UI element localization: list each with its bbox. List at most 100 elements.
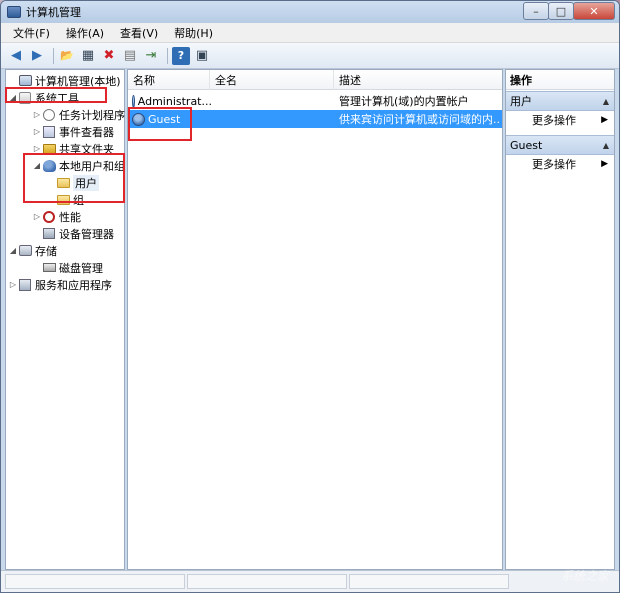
user-account-icon — [132, 94, 135, 108]
tree-label: 存储 — [35, 244, 57, 258]
status-panel — [349, 574, 509, 589]
tree-item-event-viewer[interactable]: ▷ 事件查看器 — [32, 123, 114, 140]
collapsed-triangle-icon[interactable]: ▷ — [32, 110, 42, 119]
tree-label: 服务和应用程序 — [35, 278, 112, 292]
tree-item-disk-management[interactable]: 磁盘管理 — [32, 259, 103, 276]
column-header-name[interactable]: 名称 — [128, 70, 210, 90]
submenu-arrow-icon: ▶ — [601, 115, 608, 125]
more-actions-link[interactable]: 更多操作 ▶ — [506, 155, 614, 173]
actions-section-users[interactable]: 用户 ▲ — [506, 91, 614, 111]
tree-label: 性能 — [59, 210, 81, 224]
tree-item-users[interactable]: 用户 — [56, 174, 99, 191]
window-title: 计算机管理 — [26, 6, 81, 19]
tree-label: 系统工具 — [35, 91, 79, 105]
computer-management-window: 计算机管理 – □ ✕ 文件(F) 操作(A) 查看(V) 帮助(H) ◀ ▶ … — [0, 0, 620, 593]
table-row-selected[interactable]: Guest 供来宾访问计算机或访问域的内... — [128, 110, 502, 128]
delete-icon[interactable]: ✖ — [100, 47, 118, 65]
tree-item-task-scheduler[interactable]: ▷ 任务计划程序 — [32, 106, 125, 123]
tree-label: 本地用户和组 — [59, 159, 125, 173]
view-pane-icon[interactable]: ▣ — [193, 47, 211, 65]
column-header-description[interactable]: 描述 — [334, 70, 502, 90]
device-manager-icon — [43, 228, 55, 239]
user-account-icon — [132, 112, 145, 126]
performance-icon — [43, 210, 55, 223]
tree-item-local-users-groups[interactable]: ◢ 本地用户和组 — [32, 157, 125, 174]
properties-icon[interactable]: ▤ — [121, 47, 139, 65]
shared-folder-icon — [42, 143, 56, 154]
tree-label: 磁盘管理 — [59, 261, 103, 275]
cell-name: Guest — [148, 112, 181, 126]
cell-description: 管理计算机(域)的内置帐户 — [339, 95, 469, 108]
column-header-fullname[interactable]: 全名 — [210, 70, 334, 90]
expanded-triangle-icon[interactable]: ◢ — [8, 246, 18, 255]
menu-view[interactable]: 查看(V) — [112, 25, 166, 41]
computer-icon — [18, 75, 32, 86]
collapsed-triangle-icon[interactable]: ▷ — [8, 280, 18, 289]
close-button[interactable]: ✕ — [573, 2, 615, 20]
menu-file[interactable]: 文件(F) — [5, 25, 58, 41]
user-list-pane: 名称 全名 描述 Administrat... 管理计算机(域)的内置帐户 Gu… — [127, 69, 503, 570]
tree-item-device-manager[interactable]: 设备管理器 — [32, 225, 114, 242]
cell-name: Administrat... — [137, 94, 212, 108]
status-panel — [187, 574, 347, 589]
system-tools-icon — [19, 91, 31, 104]
more-actions-link[interactable]: 更多操作 ▶ — [506, 111, 614, 129]
tree-item-shared-folders[interactable]: ▷ 共享文件夹 — [32, 140, 114, 157]
disk-icon — [42, 263, 56, 272]
collapsed-triangle-icon[interactable]: ▷ — [32, 144, 42, 153]
tree-item-services-apps[interactable]: ▷ 服务和应用程序 — [8, 276, 112, 293]
tree-item-storage[interactable]: ◢ 存储 — [8, 242, 57, 259]
actions-section-guest[interactable]: Guest ▲ — [506, 135, 614, 155]
main-content: 计算机管理(本地) ◢ 系统工具 ▷ 任务计划程序 ▷ 事件查看器 ▷ 共享文件… — [5, 69, 615, 570]
menu-bar: 文件(F) 操作(A) 查看(V) 帮助(H) — [1, 23, 619, 43]
collapsed-triangle-icon[interactable]: ▷ — [32, 127, 42, 136]
expanded-triangle-icon[interactable]: ◢ — [8, 93, 18, 102]
help-icon[interactable]: ? — [172, 46, 190, 65]
tree-item-root[interactable]: 计算机管理(本地) — [8, 72, 121, 89]
folder-icon — [56, 194, 70, 205]
section-title: Guest — [510, 138, 543, 152]
watermark-logo: 系统之家 — [560, 569, 609, 583]
collapsed-triangle-icon[interactable]: ▷ — [32, 212, 42, 221]
section-title: 用户 — [510, 95, 532, 108]
navigation-tree: 计算机管理(本地) ◢ 系统工具 ▷ 任务计划程序 ▷ 事件查看器 ▷ 共享文件… — [5, 69, 125, 570]
tree-item-system-tools[interactable]: ◢ 系统工具 — [8, 89, 79, 106]
expanded-triangle-icon[interactable]: ◢ — [32, 161, 42, 170]
tree-label: 设备管理器 — [59, 227, 114, 241]
tree-label: 计算机管理(本地) — [35, 74, 121, 88]
submenu-arrow-icon: ▶ — [601, 159, 608, 169]
menu-action[interactable]: 操作(A) — [58, 25, 112, 41]
list-header: 名称 全名 描述 — [128, 70, 502, 90]
tree-item-groups[interactable]: 组 — [56, 191, 84, 208]
computer-management-icon — [7, 6, 21, 18]
tree-label: 事件查看器 — [59, 125, 114, 139]
status-bar — [1, 570, 619, 592]
minimize-button[interactable]: – — [523, 2, 549, 20]
toolbar-separator — [167, 47, 168, 64]
cell-fullname — [214, 110, 332, 128]
tree-label: 组 — [73, 193, 84, 207]
collapse-up-icon[interactable]: ▲ — [603, 141, 609, 150]
tree-label: 任务计划程序 — [59, 108, 125, 122]
export-list-icon[interactable]: ⇥ — [142, 47, 160, 65]
tree-label: 用户 — [73, 174, 99, 191]
action-label: 更多操作 — [532, 114, 576, 127]
action-label: 更多操作 — [532, 158, 576, 171]
table-row[interactable]: Administrat... 管理计算机(域)的内置帐户 — [128, 92, 502, 110]
toolbar-separator — [53, 47, 54, 64]
show-tree-icon[interactable]: ▦ — [79, 47, 97, 65]
tree-item-performance[interactable]: ▷ 性能 — [32, 208, 81, 225]
tree-label: 共享文件夹 — [59, 142, 114, 156]
storage-icon — [18, 245, 32, 256]
back-arrow-icon[interactable]: ◀ — [7, 47, 25, 65]
maximize-button[interactable]: □ — [548, 2, 574, 20]
collapse-up-icon[interactable]: ▲ — [603, 97, 609, 106]
services-icon — [19, 278, 31, 291]
forward-arrow-icon[interactable]: ▶ — [28, 47, 46, 65]
up-folder-icon[interactable]: 📂 — [58, 47, 76, 65]
cell-fullname — [214, 92, 332, 110]
menu-help[interactable]: 帮助(H) — [166, 25, 221, 41]
title-bar[interactable]: 计算机管理 – □ ✕ — [1, 1, 619, 23]
event-log-icon — [43, 125, 55, 138]
window-controls: – □ ✕ — [523, 2, 615, 20]
